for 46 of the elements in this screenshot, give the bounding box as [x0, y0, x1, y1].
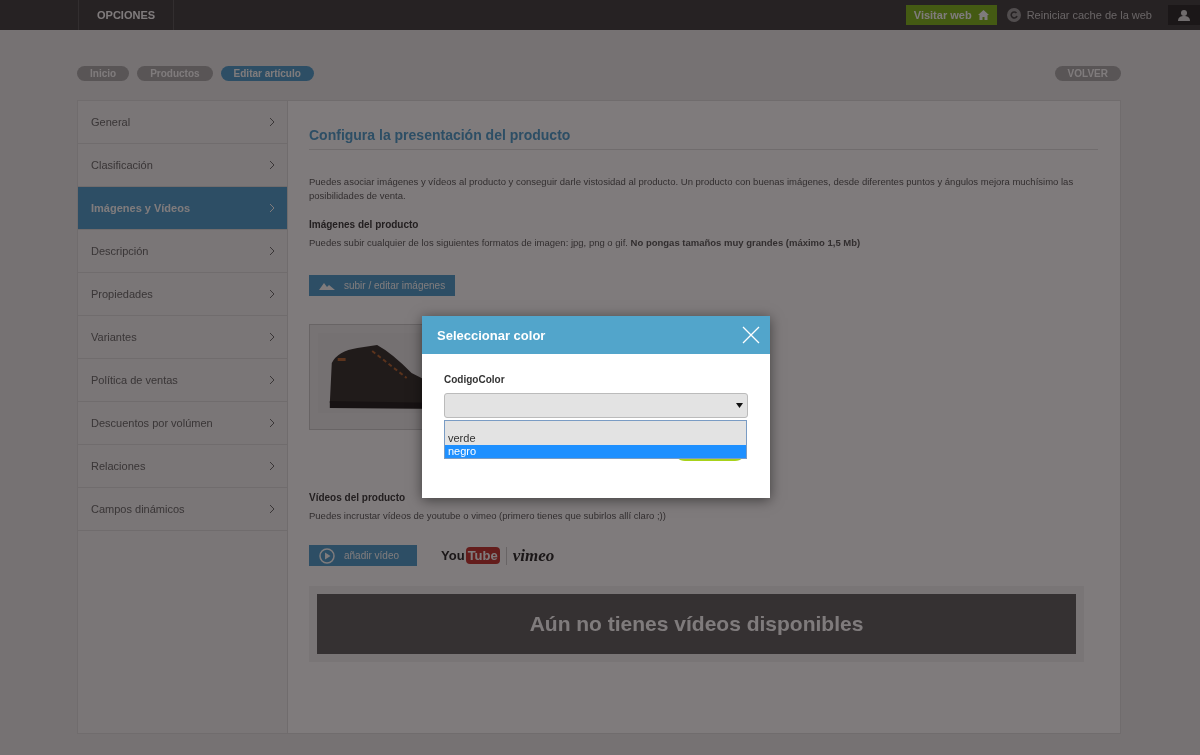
chevron-right-icon — [269, 203, 275, 213]
description-text: Puedes incrustar vídeos de youtube o vimeo (primero tienes que subirlos allí claro ;)) — [309, 509, 667, 523]
dropdown-option[interactable]: negro — [445, 445, 746, 458]
section-title: Configura la presentación del producto — [309, 127, 1098, 150]
upload-images-button[interactable]: subir / editar imágenes — [309, 275, 456, 296]
sidebar-item[interactable]: Imágenes y Vídeos — [78, 187, 287, 230]
chevron-right-icon — [269, 418, 275, 428]
section-heading: Vídeos del producto — [309, 492, 407, 503]
add-video-button[interactable]: añadir vídeo — [309, 545, 418, 566]
section-heading: Imágenes del producto — [309, 219, 420, 230]
chevron-right-icon — [269, 289, 275, 299]
description-text: Puedes subir cualquier de los siguientes formatos de imagen: jpg, png o gif. No pongas tamaños muy grandes (máximo 1,5 Mb) — [309, 236, 862, 250]
sidebar-item[interactable]: Política de ventas — [78, 359, 287, 402]
close-icon[interactable] — [742, 326, 760, 344]
home-icon — [977, 10, 989, 20]
chevron-right-icon — [269, 332, 275, 342]
chevron-right-icon — [269, 246, 275, 256]
user-icon — [1178, 9, 1190, 21]
chevron-right-icon — [269, 160, 275, 170]
chevron-right-icon — [269, 117, 275, 127]
vimeo-logo: vimeo — [512, 545, 555, 566]
sidebar-item[interactable]: Propiedades — [78, 273, 287, 316]
chevron-right-icon — [269, 461, 275, 471]
dropdown-option[interactable]: verde — [445, 432, 746, 445]
dialog-title: Seleccionar color — [437, 327, 546, 343]
chevron-right-icon — [269, 504, 275, 514]
field-label: CodigoColor — [444, 374, 506, 385]
empty-message: Aún no tienes vídeos disponibles — [529, 612, 864, 636]
mountain-icon — [319, 281, 335, 290]
sidebar-item[interactable]: Variantes — [78, 316, 287, 359]
play-icon — [319, 547, 335, 564]
visit-web-button[interactable]: Visitar web — [905, 5, 997, 25]
sidebar-item[interactable]: Relaciones — [78, 445, 287, 488]
chevron-right-icon — [269, 375, 275, 385]
sidebar-item[interactable]: Descuentos por volúmen — [78, 402, 287, 445]
menu-label[interactable]: OPCIONES — [78, 0, 175, 30]
youtube-logo: You Tube — [441, 547, 500, 564]
dropdown-arrow-icon — [736, 403, 743, 408]
sidebar-item[interactable]: Campos dinámicos — [78, 488, 287, 531]
breadcrumb[interactable]: Editar artículo — [220, 66, 314, 81]
refresh-icon[interactable] — [1006, 8, 1021, 22]
sidebar-item[interactable]: General — [78, 101, 287, 144]
sidebar-item[interactable]: Descripción — [78, 230, 287, 273]
user-button[interactable] — [1168, 5, 1200, 25]
intro-text: Puedes asociar imágenes y vídeos al producto y conseguir darle vistosidad al producto. Un producto con buenas imágenes, desde diferentes puntos y ángulos mejora muchísimo las posibilidades de venta. — [309, 175, 1075, 203]
color-select[interactable] — [444, 393, 748, 418]
